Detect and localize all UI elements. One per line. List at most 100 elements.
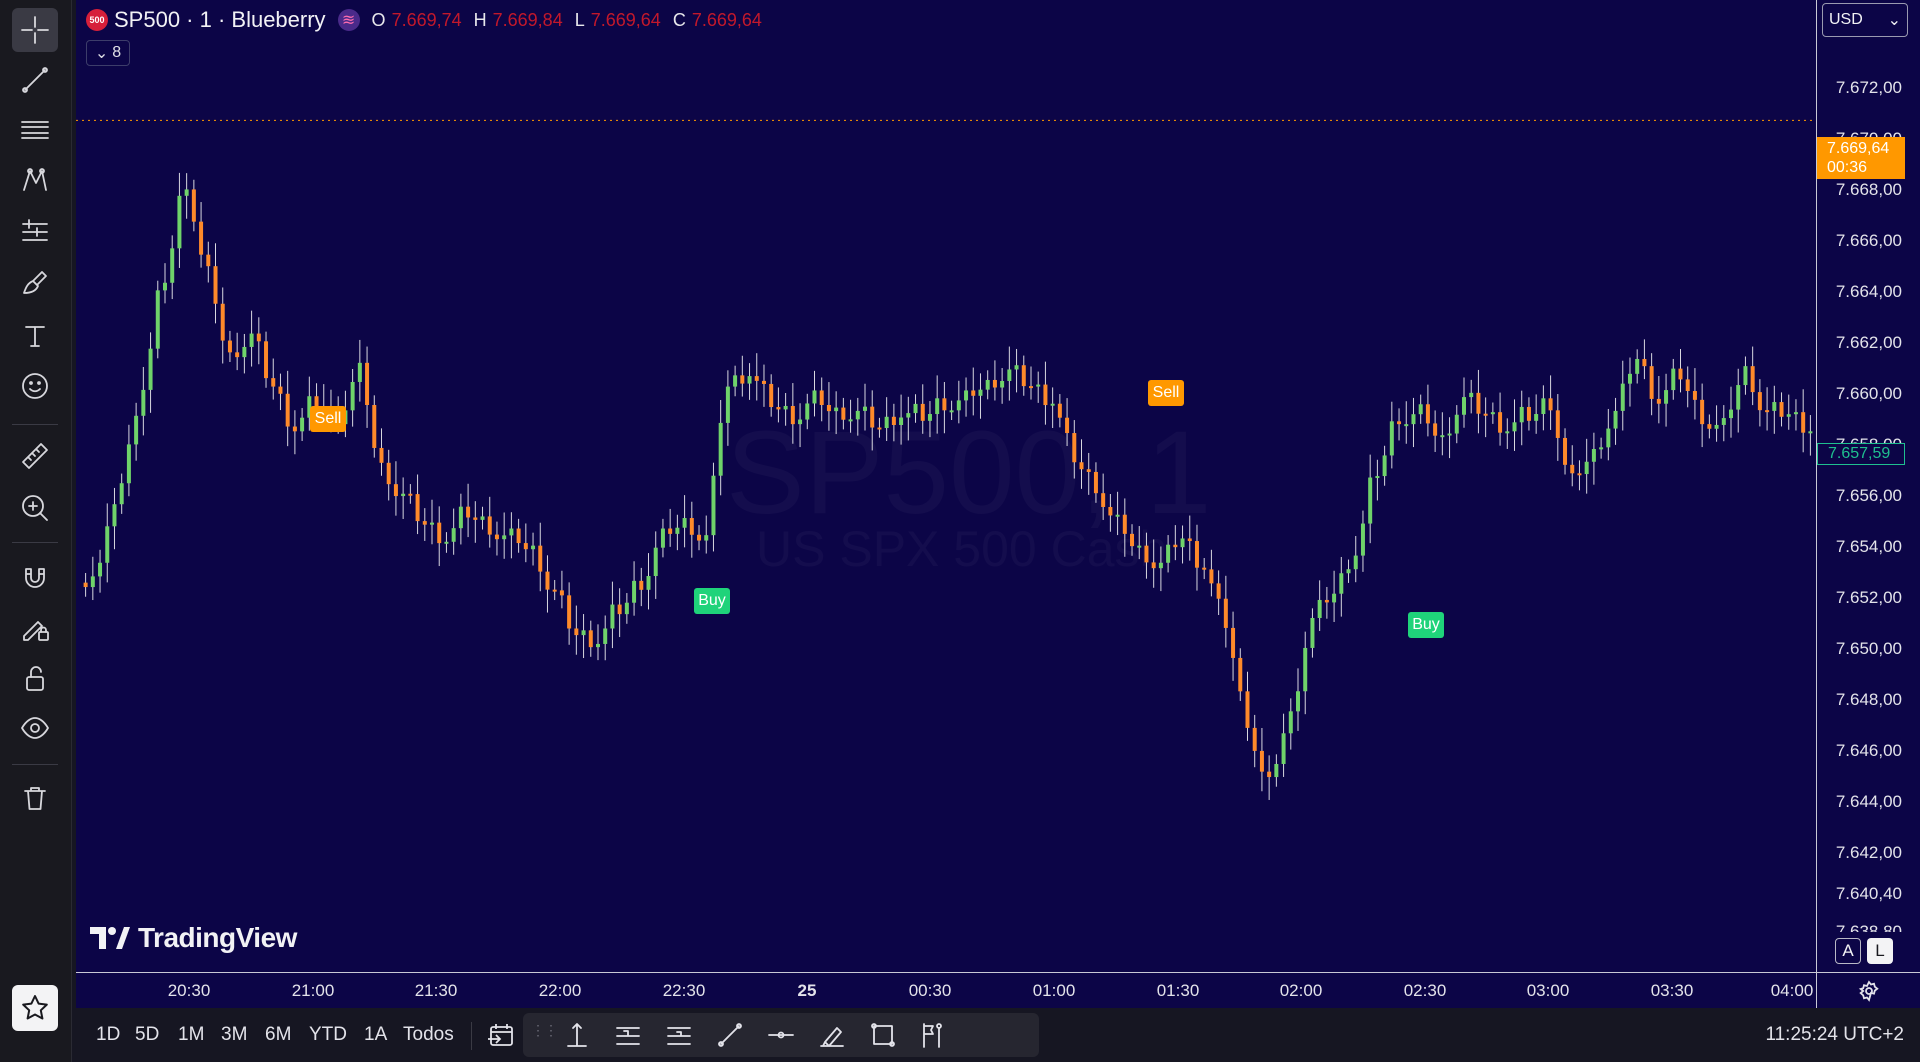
candle-body bbox=[509, 528, 514, 536]
candle-body bbox=[855, 410, 860, 420]
candle-body bbox=[747, 376, 752, 384]
candle-body bbox=[595, 643, 600, 648]
time-tick: 02:30 bbox=[1403, 981, 1447, 1000]
candle-body bbox=[1678, 368, 1683, 380]
range-todos[interactable]: Todos bbox=[403, 1024, 454, 1046]
candle-body bbox=[162, 282, 167, 291]
candle-body bbox=[906, 413, 911, 418]
range-1a[interactable]: 1A bbox=[364, 1024, 387, 1046]
candle-body bbox=[1065, 417, 1070, 434]
sell-signal[interactable]: Sell bbox=[1148, 380, 1184, 406]
range-6m[interactable]: 6M bbox=[265, 1024, 291, 1046]
text-icon[interactable] bbox=[12, 314, 58, 358]
candle-body bbox=[422, 521, 427, 525]
candle-body bbox=[891, 416, 896, 426]
price-tick: 7.668,00 bbox=[1835, 180, 1902, 199]
indicators-toggle[interactable]: ⌄ 8 bbox=[86, 40, 130, 66]
candle-body bbox=[603, 628, 608, 644]
candle-body bbox=[1425, 404, 1430, 424]
candle-body bbox=[567, 595, 572, 629]
candle-body bbox=[985, 379, 990, 390]
candle-body bbox=[523, 543, 528, 550]
price-chart[interactable] bbox=[76, 0, 1816, 972]
candle-body bbox=[1736, 385, 1741, 410]
currency-select[interactable]: USD ⌄ bbox=[1822, 3, 1908, 37]
symbol-title[interactable]: SP500 · 1 · Blueberry bbox=[114, 7, 326, 33]
auto-scale-button[interactable]: A bbox=[1835, 938, 1861, 964]
candle-body bbox=[1353, 555, 1358, 570]
line-tool-icon[interactable] bbox=[713, 1019, 747, 1051]
candle-body bbox=[1757, 392, 1762, 411]
price-range-icon[interactable] bbox=[560, 1019, 594, 1051]
zoom-in-icon[interactable] bbox=[12, 486, 58, 530]
candle-body bbox=[899, 417, 904, 426]
go-to-date-button[interactable] bbox=[486, 1020, 518, 1052]
emoji-icon[interactable] bbox=[12, 364, 58, 408]
pattern-icon[interactable] bbox=[12, 158, 58, 202]
forecast-icon[interactable] bbox=[12, 210, 58, 254]
candle-body bbox=[718, 422, 723, 476]
buy-signal[interactable]: Buy bbox=[694, 588, 730, 614]
candle-body bbox=[473, 517, 478, 520]
candle-body bbox=[1721, 418, 1726, 425]
trend-line-icon[interactable] bbox=[12, 58, 58, 102]
brush-icon[interactable] bbox=[12, 260, 58, 304]
currency-value: USD bbox=[1829, 11, 1863, 28]
candle-body bbox=[1397, 421, 1402, 425]
chart-pane[interactable]: SP500, 1 US SPX 500 Cash 500 SP500 · 1 ·… bbox=[76, 0, 1816, 972]
high-label: H bbox=[473, 9, 487, 30]
candle-body bbox=[285, 393, 290, 427]
indicator-icon[interactable]: ≋ bbox=[337, 9, 360, 31]
log-scale-button[interactable]: L bbox=[1867, 938, 1893, 964]
trash-icon[interactable] bbox=[12, 776, 58, 820]
highlighter-icon[interactable] bbox=[815, 1019, 849, 1051]
tradingview-logo[interactable]: TradingView bbox=[90, 922, 297, 954]
horizontal-line-icon[interactable] bbox=[764, 1019, 798, 1051]
candle-body bbox=[884, 416, 889, 429]
range-1d[interactable]: 1D bbox=[96, 1024, 120, 1046]
candle-body bbox=[927, 414, 932, 421]
toolbar-divider bbox=[12, 542, 58, 543]
unlock-icon[interactable] bbox=[12, 656, 58, 700]
ruler-icon[interactable] bbox=[12, 434, 58, 478]
candle-body bbox=[971, 390, 976, 396]
price-axis[interactable]: USD ⌄ 7.672,00 7.670,00 7.668,00 7.666,0… bbox=[1816, 0, 1920, 972]
range-1m[interactable]: 1M bbox=[178, 1024, 204, 1046]
crosshair-icon[interactable] bbox=[12, 8, 58, 52]
candle-body bbox=[761, 380, 766, 384]
buy-signal[interactable]: Buy bbox=[1408, 612, 1444, 638]
low-label: L bbox=[574, 9, 585, 30]
rectangle-icon[interactable] bbox=[866, 1019, 900, 1051]
magnet-icon[interactable] bbox=[12, 556, 58, 600]
candle-body bbox=[1144, 545, 1149, 563]
flag-icon[interactable] bbox=[915, 1019, 949, 1051]
price-tick: 7.660,00 bbox=[1835, 384, 1902, 403]
range-5d[interactable]: 5D bbox=[135, 1024, 159, 1046]
candle-body bbox=[1671, 368, 1676, 391]
range-3m[interactable]: 3M bbox=[221, 1024, 247, 1046]
fib-retracement-icon[interactable] bbox=[12, 108, 58, 152]
candle-body bbox=[1375, 476, 1380, 479]
symbol-logo[interactable]: 500 bbox=[86, 9, 108, 31]
time-axis[interactable]: 20:30 21:00 21:30 22:00 22:30 25 00:30 0… bbox=[76, 972, 1816, 1008]
candle-body bbox=[1649, 366, 1654, 399]
drag-handle-icon[interactable]: ⋮⋮ bbox=[531, 1023, 558, 1037]
candle-body bbox=[155, 290, 160, 349]
clock-timezone[interactable]: 11:25:24 UTC+2 bbox=[1765, 1024, 1904, 1046]
candle-body bbox=[1223, 598, 1228, 628]
sell-signal[interactable]: Sell bbox=[310, 406, 346, 432]
axis-settings-button[interactable] bbox=[1816, 972, 1920, 1008]
time-tick: 04:00 bbox=[1770, 981, 1814, 1000]
short-position-icon[interactable] bbox=[662, 1019, 696, 1051]
long-position-icon[interactable] bbox=[611, 1019, 645, 1051]
candle-body bbox=[300, 417, 305, 432]
favorites-star-icon[interactable] bbox=[12, 985, 58, 1031]
range-ytd[interactable]: YTD bbox=[309, 1024, 347, 1046]
last-price-value: 7.669,64 bbox=[1827, 140, 1890, 157]
candle-body bbox=[1433, 423, 1438, 436]
candle-body bbox=[1620, 383, 1625, 411]
candle-body bbox=[1786, 414, 1791, 417]
lock-drawing-icon[interactable] bbox=[12, 606, 58, 650]
candle-body bbox=[776, 407, 781, 410]
eye-icon[interactable] bbox=[12, 706, 58, 750]
